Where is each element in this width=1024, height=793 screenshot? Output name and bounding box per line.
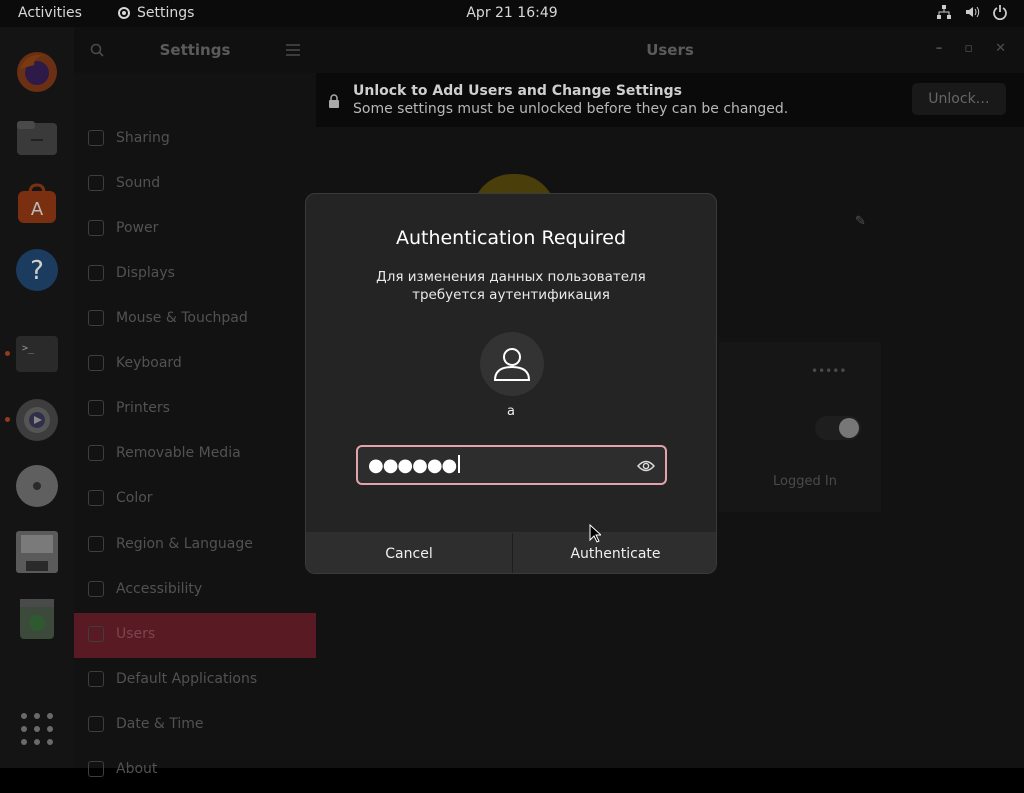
minimize-icon[interactable]: –: [936, 41, 943, 56]
password-field[interactable]: ●●●●●●: [356, 445, 667, 485]
logged-in-status[interactable]: Logged In: [773, 474, 837, 489]
users-icon: [88, 626, 104, 642]
display-icon: [88, 265, 104, 281]
dialog-buttons: Cancel Authenticate: [306, 532, 716, 573]
sidebar: Sharing Sound Power Displays Mouse & Tou…: [74, 73, 316, 777]
power-icon: [88, 220, 104, 236]
sidebar-item-mouse-touchpad[interactable]: Mouse & Touchpad: [74, 297, 316, 342]
unlock-bar: Unlock to Add Users and Change Settings …: [316, 73, 1024, 127]
star-icon: [88, 671, 104, 687]
sidebar-item-users[interactable]: Users: [74, 613, 316, 658]
dialog-message: Для изменения данных пользователя требуе…: [346, 268, 676, 304]
eye-icon[interactable]: [637, 457, 655, 475]
app-center-icon[interactable]: A: [14, 181, 60, 227]
cancel-button[interactable]: Cancel: [306, 533, 513, 573]
auth-dialog: Authentication Required Для изменения да…: [305, 193, 717, 574]
sidebar-item-accessibility[interactable]: Accessibility: [74, 568, 316, 613]
sidebar-item-power[interactable]: Power: [74, 207, 316, 252]
files-icon[interactable]: [14, 115, 60, 161]
mouse-cursor-icon: [589, 524, 601, 543]
mouse-icon: [88, 310, 104, 326]
sidebar-item-printers[interactable]: Printers: [74, 387, 316, 432]
power-icon[interactable]: [992, 4, 1008, 20]
sidebar-item-keyboard[interactable]: Keyboard: [74, 342, 316, 387]
window-controls: – ▫ ✕: [936, 41, 1006, 56]
save-disk-icon[interactable]: [14, 529, 60, 575]
sidebar-header: Settings: [74, 27, 316, 73]
top-bar: Activities Settings Apr 21 16:49: [0, 0, 1024, 27]
dock: A ? >_: [0, 27, 74, 768]
password-mask[interactable]: •••••: [811, 364, 846, 378]
network-icon[interactable]: [936, 4, 952, 20]
maximize-icon[interactable]: ▫: [964, 41, 973, 56]
sidebar-item-removable-media[interactable]: Removable Media: [74, 432, 316, 477]
lock-icon: [329, 94, 339, 108]
sidebar-item-color[interactable]: Color: [74, 477, 316, 522]
edit-icon[interactable]: ✎: [855, 214, 866, 229]
keyboard-icon: [88, 355, 104, 371]
user-avatar-icon: [480, 332, 544, 396]
terminal-icon[interactable]: >_: [14, 331, 60, 377]
info-icon: [88, 761, 104, 777]
sidebar-item-displays[interactable]: Displays: [74, 252, 316, 297]
username: a: [507, 404, 515, 419]
running-indicator: [5, 351, 10, 356]
sidebar-item-date-time[interactable]: Date & Time: [74, 703, 316, 748]
remove-user-button[interactable]: [764, 705, 854, 719]
authenticate-button[interactable]: Authenticate: [513, 533, 716, 573]
firefox-icon[interactable]: [14, 49, 60, 95]
sharing-icon: [88, 130, 104, 146]
system-tray[interactable]: [936, 4, 1008, 20]
sidebar-title: Settings: [159, 41, 231, 59]
dialog-title: Authentication Required: [395, 227, 627, 249]
clock-icon: [88, 716, 104, 732]
disc-icon[interactable]: [14, 463, 60, 509]
volume-icon[interactable]: [964, 4, 980, 20]
unlock-subtitle: Some settings must be unlocked before th…: [353, 101, 789, 117]
sidebar-item-sharing[interactable]: Sharing: [74, 117, 316, 162]
trash-icon[interactable]: [14, 595, 60, 641]
svg-text:>_: >_: [22, 343, 35, 354]
unlock-title: Unlock to Add Users and Change Settings: [353, 83, 682, 99]
sidebar-item-about[interactable]: About: [74, 748, 316, 793]
sidebar-item-region-language[interactable]: Region & Language: [74, 523, 316, 568]
page-title: Users: [646, 41, 694, 59]
main-header: Users – ▫ ✕: [316, 27, 1024, 73]
dialog-message-line: требуется аутентификация: [412, 287, 610, 303]
sidebar-item-sound[interactable]: Sound: [74, 162, 316, 207]
printer-icon: [88, 400, 104, 416]
user-details-panel: ••••• Logged In: [719, 342, 881, 512]
grid-icon[interactable]: [21, 713, 53, 745]
sidebar-item-default-applications[interactable]: Default Applications: [74, 658, 316, 703]
svg-text:A: A: [31, 199, 44, 220]
settings-icon[interactable]: [14, 397, 60, 443]
music-note-icon: [88, 175, 104, 191]
usb-icon: [88, 445, 104, 461]
accessibility-icon: [88, 581, 104, 597]
close-icon[interactable]: ✕: [995, 41, 1006, 56]
unlock-button[interactable]: Unlock…: [912, 83, 1006, 115]
svg-text:?: ?: [30, 256, 44, 286]
color-icon: [88, 490, 104, 506]
auto-login-toggle[interactable]: [815, 416, 861, 440]
dialog-message-line: Для изменения данных пользователя: [376, 269, 646, 285]
globe-icon: [88, 536, 104, 552]
help-icon[interactable]: ?: [14, 247, 60, 293]
running-indicator: [5, 417, 10, 422]
hamburger-menu-icon[interactable]: [286, 44, 300, 56]
password-value: ●●●●●●: [368, 455, 460, 476]
clock[interactable]: Apr 21 16:49: [0, 5, 1024, 21]
